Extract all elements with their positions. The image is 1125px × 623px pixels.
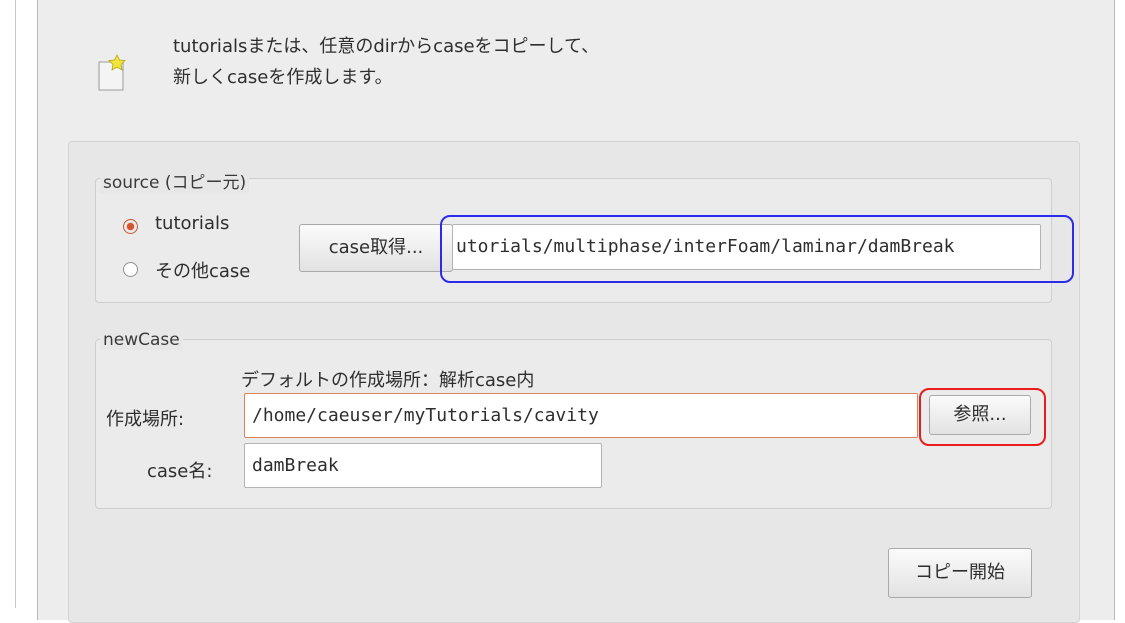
source-path-highlight (440, 215, 1074, 283)
location-input[interactable]: /home/caeuser/myTutorials/cavity (244, 393, 918, 438)
outer-border-line (15, 0, 16, 608)
case-name-label: case名: (147, 461, 213, 482)
source-group-title: source (コピー元) (100, 168, 250, 193)
new-document-icon (98, 54, 128, 92)
get-case-button[interactable]: case取得... (299, 224, 453, 272)
radio-tutorials[interactable] (123, 219, 138, 234)
radio-other-case[interactable] (123, 262, 138, 277)
header-description-line2: 新しくcaseを作成します。 (173, 67, 393, 88)
newcase-group-title: newCase (100, 330, 183, 350)
location-label: 作成場所: (106, 409, 185, 430)
browse-button-highlight (919, 388, 1046, 446)
header-description-line1: tutorialsまたは、任意のdirからcaseをコピーして、 (173, 36, 600, 57)
case-name-input[interactable]: damBreak (244, 443, 602, 488)
start-copy-button[interactable]: コピー開始 (888, 548, 1032, 598)
radio-tutorials-label[interactable]: tutorials (155, 213, 229, 234)
default-location-note: デフォルトの作成場所：解析case内 (241, 370, 535, 391)
radio-other-case-label[interactable]: その他case (155, 257, 250, 283)
